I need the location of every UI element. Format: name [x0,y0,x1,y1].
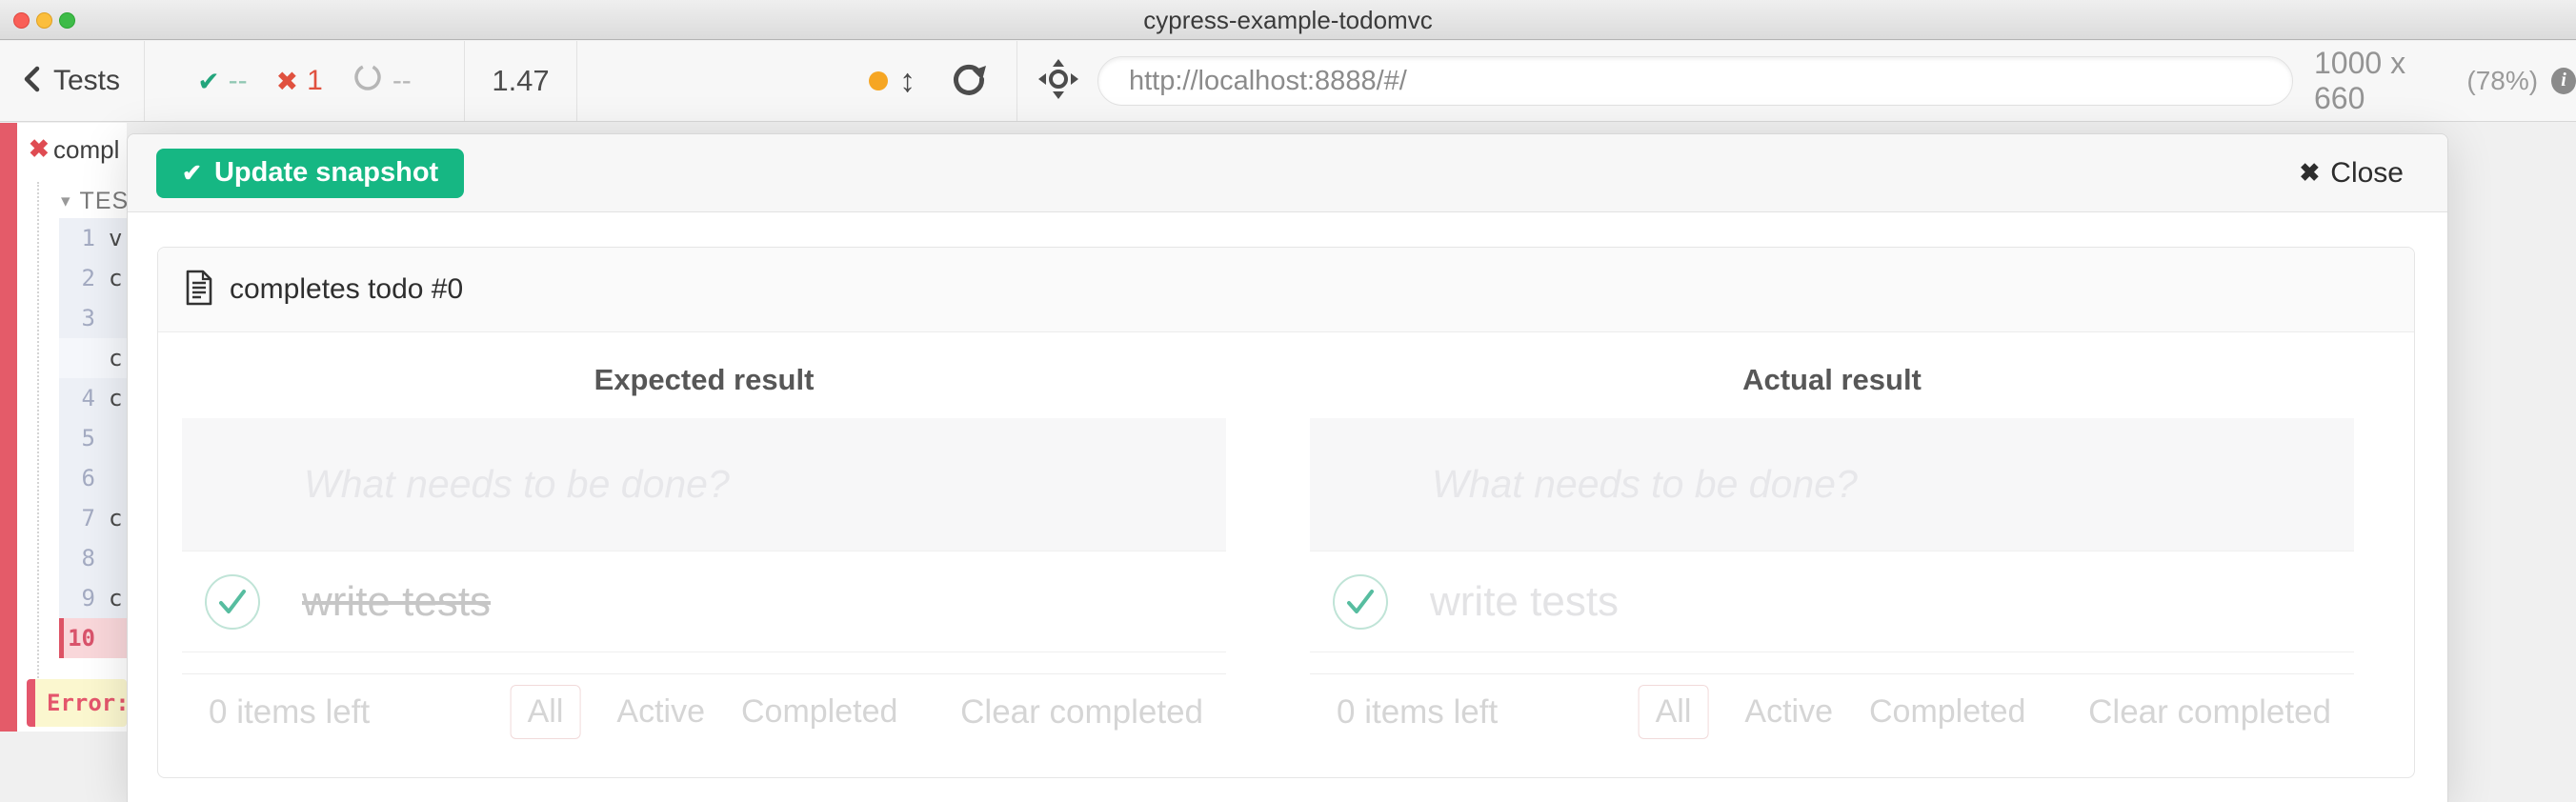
todo-text: write tests [302,578,491,626]
filter-completed: Completed [1869,693,2025,731]
refresh-icon[interactable] [948,58,990,105]
todo-footer: 0 items left All Active Completed Clear … [182,673,1226,750]
test-stats: ✔ -- ✖ 1 -- [145,41,465,121]
filter-all: All [1639,685,1709,739]
url-input[interactable]: http://localhost:8888/#/ [1097,56,2293,106]
viewport-size: 1000 x 660 [2314,46,2453,116]
window-title: cypress-example-todomvc [0,0,2576,40]
failed-test-stripe [0,123,17,732]
code-line: c [59,338,127,378]
snapshot-test-title: completes todo #0 [230,273,463,306]
todo-footer: 0 items left All Active Completed Clear … [1310,673,2354,750]
chevron-left-icon [21,65,42,98]
back-to-tests-button[interactable]: Tests [0,41,145,121]
expected-todoapp-snapshot: What needs to be done? write tests 0 ite… [182,418,1226,750]
run-duration: 1.47 [465,41,577,121]
selector-playground-icon[interactable] [1036,57,1080,106]
reporter-sidebar: ✖ compl ▾ TES 1v 2c 3 c 4c 5 6 7c 8 9c 1… [0,123,127,732]
code-line: 5 [59,418,127,458]
back-to-tests-label: Tests [53,65,120,97]
code-line: 8 [59,538,127,578]
viewport-resize-icon: ↕ [899,63,916,100]
failed-count: 1 [307,65,323,97]
update-snapshot-button[interactable]: ✔ Update snapshot [156,149,464,198]
snapshot-card: completes todo #0 Expected result What n… [157,247,2415,778]
document-icon [185,270,213,311]
viewport-info: 1000 x 660 (78%) i [2293,41,2576,121]
todo-placeholder: What needs to be done? [1432,462,1858,507]
error-code-frame: 1v 2c 3 c 4c 5 6 7c 8 9c 10 [59,218,127,658]
close-label: Close [2330,157,2404,190]
stat-pending[interactable]: -- [352,61,412,101]
x-icon: ✖ [276,66,298,97]
todo-filters: All Active Completed [511,685,898,739]
update-snapshot-label: Update snapshot [214,157,438,189]
snapshot-overlay: ✔ Update snapshot ✖ Close completes todo… [127,133,2448,802]
failed-test-name[interactable]: compl [53,135,119,165]
code-line: 4c [59,378,127,418]
runner-toolbar: Tests ✔ -- ✖ 1 -- 1.47 ↕ [0,41,2576,122]
items-left-label: 0 items left [1337,693,1498,732]
error-label: Error: [35,690,127,716]
snapshot-card-header: completes todo #0 [158,248,2414,332]
code-line: 3 [59,298,127,338]
window-titlebar: cypress-example-todomvc [0,0,2576,40]
todo-text: write tests [1430,578,1619,626]
todo-item: write tests [1310,551,2354,652]
error-message-box: Error: [27,679,127,727]
suite-row[interactable]: ▾ TES [61,188,127,215]
pending-count: -- [392,65,412,97]
code-line: 1v [59,218,127,258]
viewport-scale: (78%) [2466,66,2538,96]
todo-item: write tests [182,551,1226,652]
command-log-connector [37,182,39,715]
caret-down-icon: ▾ [61,190,70,212]
snapshot-comparison: Expected result What needs to be done? w… [158,332,2414,778]
filter-all: All [511,685,581,739]
passed-count: -- [229,65,248,97]
actual-result-heading: Actual result [1310,363,2354,397]
toggle-check-icon [1331,572,1390,632]
todo-placeholder: What needs to be done? [304,462,730,507]
filter-completed: Completed [741,693,897,731]
actual-result-panel: Actual result What needs to be done? wri… [1286,332,2414,778]
expected-result-panel: Expected result What needs to be done? w… [158,332,1286,778]
info-icon[interactable]: i [2551,68,2576,94]
pending-circle-icon [352,61,384,101]
stat-passed[interactable]: ✔ -- [197,65,247,97]
filter-active: Active [1744,693,1833,731]
clear-completed-label: Clear completed [2088,693,2331,732]
check-icon: ✔ [197,66,219,97]
actual-todoapp-snapshot: What needs to be done? write tests 0 ite… [1310,418,2354,750]
window-close-button[interactable] [13,12,30,29]
filter-active: Active [616,693,705,731]
clear-completed-label: Clear completed [960,693,1203,732]
url-section: http://localhost:8888/#/ [1017,41,2293,121]
code-line: 6 [59,458,127,498]
overlay-header: ✔ Update snapshot ✖ Close [128,134,2447,212]
code-line-error: 10 [59,618,127,658]
items-left-label: 0 items left [209,693,370,732]
stat-failed[interactable]: ✖ 1 [276,65,323,97]
code-line: 9c [59,578,127,618]
viewport-controls: ↕ [577,41,1017,121]
test-fail-x-icon: ✖ [29,134,50,164]
close-button[interactable]: ✖ Close [2300,157,2405,190]
window-minimize-button[interactable] [36,12,52,29]
suite-label: TES [80,188,127,215]
toggle-check-icon [203,572,262,632]
viewport-dot-icon [869,71,888,90]
todo-filters: All Active Completed [1639,685,2026,739]
code-line: 7c [59,498,127,538]
window-zoom-button[interactable] [59,12,75,29]
new-todo-input: What needs to be done? [182,418,1226,551]
expected-result-heading: Expected result [182,363,1226,397]
check-icon: ✔ [182,159,202,188]
new-todo-input: What needs to be done? [1310,418,2354,551]
close-x-icon: ✖ [2300,158,2321,188]
code-line: 2c [59,258,127,298]
